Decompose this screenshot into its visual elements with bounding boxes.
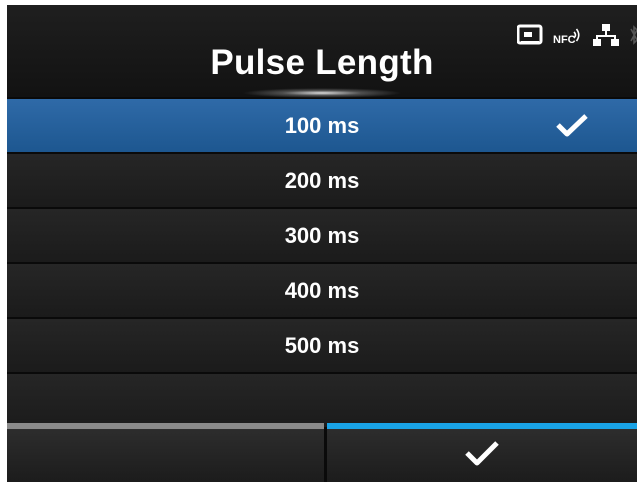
footer-bar <box>7 423 637 482</box>
checkmark-icon <box>464 440 500 471</box>
option-300ms[interactable]: 300 ms <box>7 209 637 262</box>
title-underline <box>242 88 402 98</box>
option-100ms[interactable]: 100 ms <box>7 99 637 152</box>
empty-row <box>7 374 637 427</box>
selected-check-icon <box>555 113 589 142</box>
header: NFC Pulse Length <box>7 5 637 98</box>
back-button[interactable] <box>7 423 324 482</box>
option-400ms[interactable]: 400 ms <box>7 264 637 317</box>
page-title: Pulse Length <box>210 43 434 82</box>
option-label: 400 ms <box>284 277 360 303</box>
option-500ms[interactable]: 500 ms <box>7 319 637 372</box>
option-label: 200 ms <box>284 167 360 193</box>
option-label: 300 ms <box>284 222 360 248</box>
option-label: 500 ms <box>284 332 360 358</box>
printer-screen: NFC Pulse Length 100 ms 200 ms 300 ms 40… <box>7 5 637 482</box>
option-label: 100 ms <box>284 112 360 138</box>
confirm-button[interactable] <box>327 423 637 482</box>
option-list: 100 ms 200 ms 300 ms 400 ms 500 ms <box>7 99 637 429</box>
option-200ms[interactable]: 200 ms <box>7 154 637 207</box>
